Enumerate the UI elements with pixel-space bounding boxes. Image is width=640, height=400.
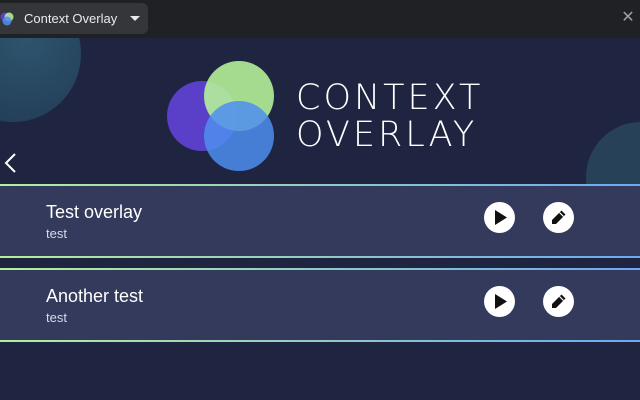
tab-title: Context Overlay	[24, 11, 118, 26]
play-button[interactable]	[484, 286, 515, 317]
close-icon[interactable]: ✕	[620, 9, 636, 27]
chevron-left-icon[interactable]	[2, 150, 20, 176]
tab-context-overlay[interactable]: Context Overlay	[0, 3, 148, 34]
tab-bar: Context Overlay ✕	[0, 0, 640, 38]
caret-down-icon[interactable]	[130, 16, 140, 21]
overlay-list-item[interactable]: Test overlay test	[0, 184, 640, 258]
decorative-blob-left	[0, 38, 81, 122]
pencil-icon	[552, 294, 566, 308]
logo-wordmark: CONTEXT OVERLAY	[296, 80, 483, 154]
overlay-description: test	[46, 226, 67, 241]
main-content: CONTEXT OVERLAY Test overlay test Anothe…	[0, 38, 640, 400]
context-overlay-logo	[167, 61, 274, 171]
play-icon	[495, 294, 507, 309]
overlay-list-item[interactable]: Another test test	[0, 268, 640, 342]
overlay-title: Test overlay	[46, 202, 143, 222]
edit-button[interactable]	[543, 286, 574, 317]
logo-line-2: OVERLAY	[296, 115, 478, 155]
app-logo-icon	[0, 12, 14, 26]
overlay-description: test	[46, 310, 67, 325]
pencil-icon	[552, 210, 566, 224]
play-icon	[495, 210, 507, 225]
logo-line-1: CONTEXT	[296, 78, 484, 118]
overlay-title: Another test	[46, 286, 144, 306]
edit-button[interactable]	[543, 202, 574, 233]
play-button[interactable]	[484, 202, 515, 233]
